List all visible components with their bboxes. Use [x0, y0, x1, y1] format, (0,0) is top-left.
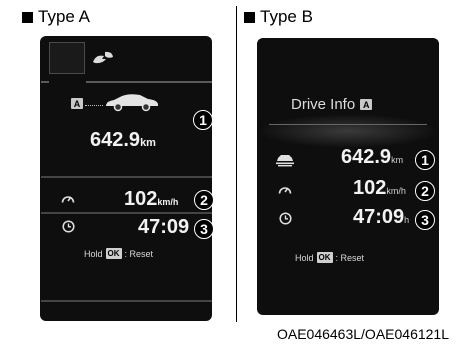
ok-button-label: OK	[316, 252, 333, 263]
speed-unit: km/h	[157, 197, 179, 207]
callout-1: 1	[415, 150, 435, 170]
callout-3: 3	[194, 219, 214, 239]
square-bullet-icon	[22, 11, 33, 23]
a-badge: A	[360, 99, 373, 110]
footer-separator	[41, 300, 212, 302]
type-a-title-text: Type A	[38, 7, 90, 26]
clock-icon	[62, 220, 75, 233]
distance-unit: km	[391, 155, 404, 165]
clock-icon	[279, 212, 292, 225]
speedometer-icon	[61, 196, 75, 203]
speed-value: 102	[353, 177, 387, 199]
type-a-title: Type A	[22, 7, 90, 27]
reset-label: : Reset	[335, 252, 365, 263]
header-underline	[41, 81, 49, 83]
mode-box	[49, 42, 85, 74]
car-icon	[106, 94, 158, 112]
speed-readout: 102km/h	[124, 188, 178, 211]
dotted-line	[85, 105, 103, 106]
range-car-icon	[276, 155, 294, 167]
eco-leaf-icon	[93, 51, 113, 64]
reset-hint: Hold OK : Reset	[295, 252, 364, 263]
drive-info-title: Drive Info A	[291, 96, 373, 113]
reset-label: : Reset	[124, 248, 154, 259]
separator	[41, 212, 212, 214]
hold-label: Hold	[84, 248, 103, 259]
drive-info-label: Drive Info	[291, 96, 356, 113]
time-value: 47:09	[353, 206, 405, 228]
type-a-display: A 642.9km 102km/h 47:09 Hold OK : Reset	[40, 36, 212, 321]
title-underline	[269, 124, 427, 125]
distance-value: 642.9	[90, 129, 141, 151]
square-bullet-icon	[244, 11, 255, 23]
speed-unit: km/h	[386, 186, 406, 196]
speed-value: 102	[124, 188, 158, 210]
reference-code: OAE046463L/OAE046121L	[276, 326, 449, 342]
distance-readout: 642.9km	[90, 129, 156, 152]
reset-hint: Hold OK : Reset	[84, 248, 153, 259]
type-b-title: Type B	[244, 7, 313, 27]
time-readout: 47:09h	[353, 206, 409, 229]
callout-2: 2	[415, 181, 435, 201]
speed-readout: 102km/h	[353, 177, 406, 200]
time-unit: h	[404, 215, 410, 225]
header-underline	[86, 81, 212, 83]
distance-value: 642.9	[341, 146, 392, 168]
separator	[41, 176, 212, 178]
hold-label: Hold	[295, 252, 314, 263]
speedometer-icon	[278, 187, 292, 194]
vertical-divider	[236, 6, 237, 322]
type-b-title-text: Type B	[260, 7, 313, 26]
time-readout: 47:09	[138, 216, 189, 239]
ok-button-label: OK	[105, 248, 122, 259]
callout-3: 3	[415, 210, 435, 230]
distance-unit: km	[140, 137, 156, 149]
distance-readout: 642.9km	[341, 146, 403, 169]
a-badge: A	[71, 98, 83, 109]
type-b-display: Drive Info A 642.9km 102km/h 47:09h Hold…	[257, 38, 439, 315]
title-glow	[257, 114, 439, 148]
callout-1: 1	[193, 110, 213, 130]
callout-2: 2	[194, 190, 214, 210]
time-value: 47:09	[138, 216, 190, 238]
